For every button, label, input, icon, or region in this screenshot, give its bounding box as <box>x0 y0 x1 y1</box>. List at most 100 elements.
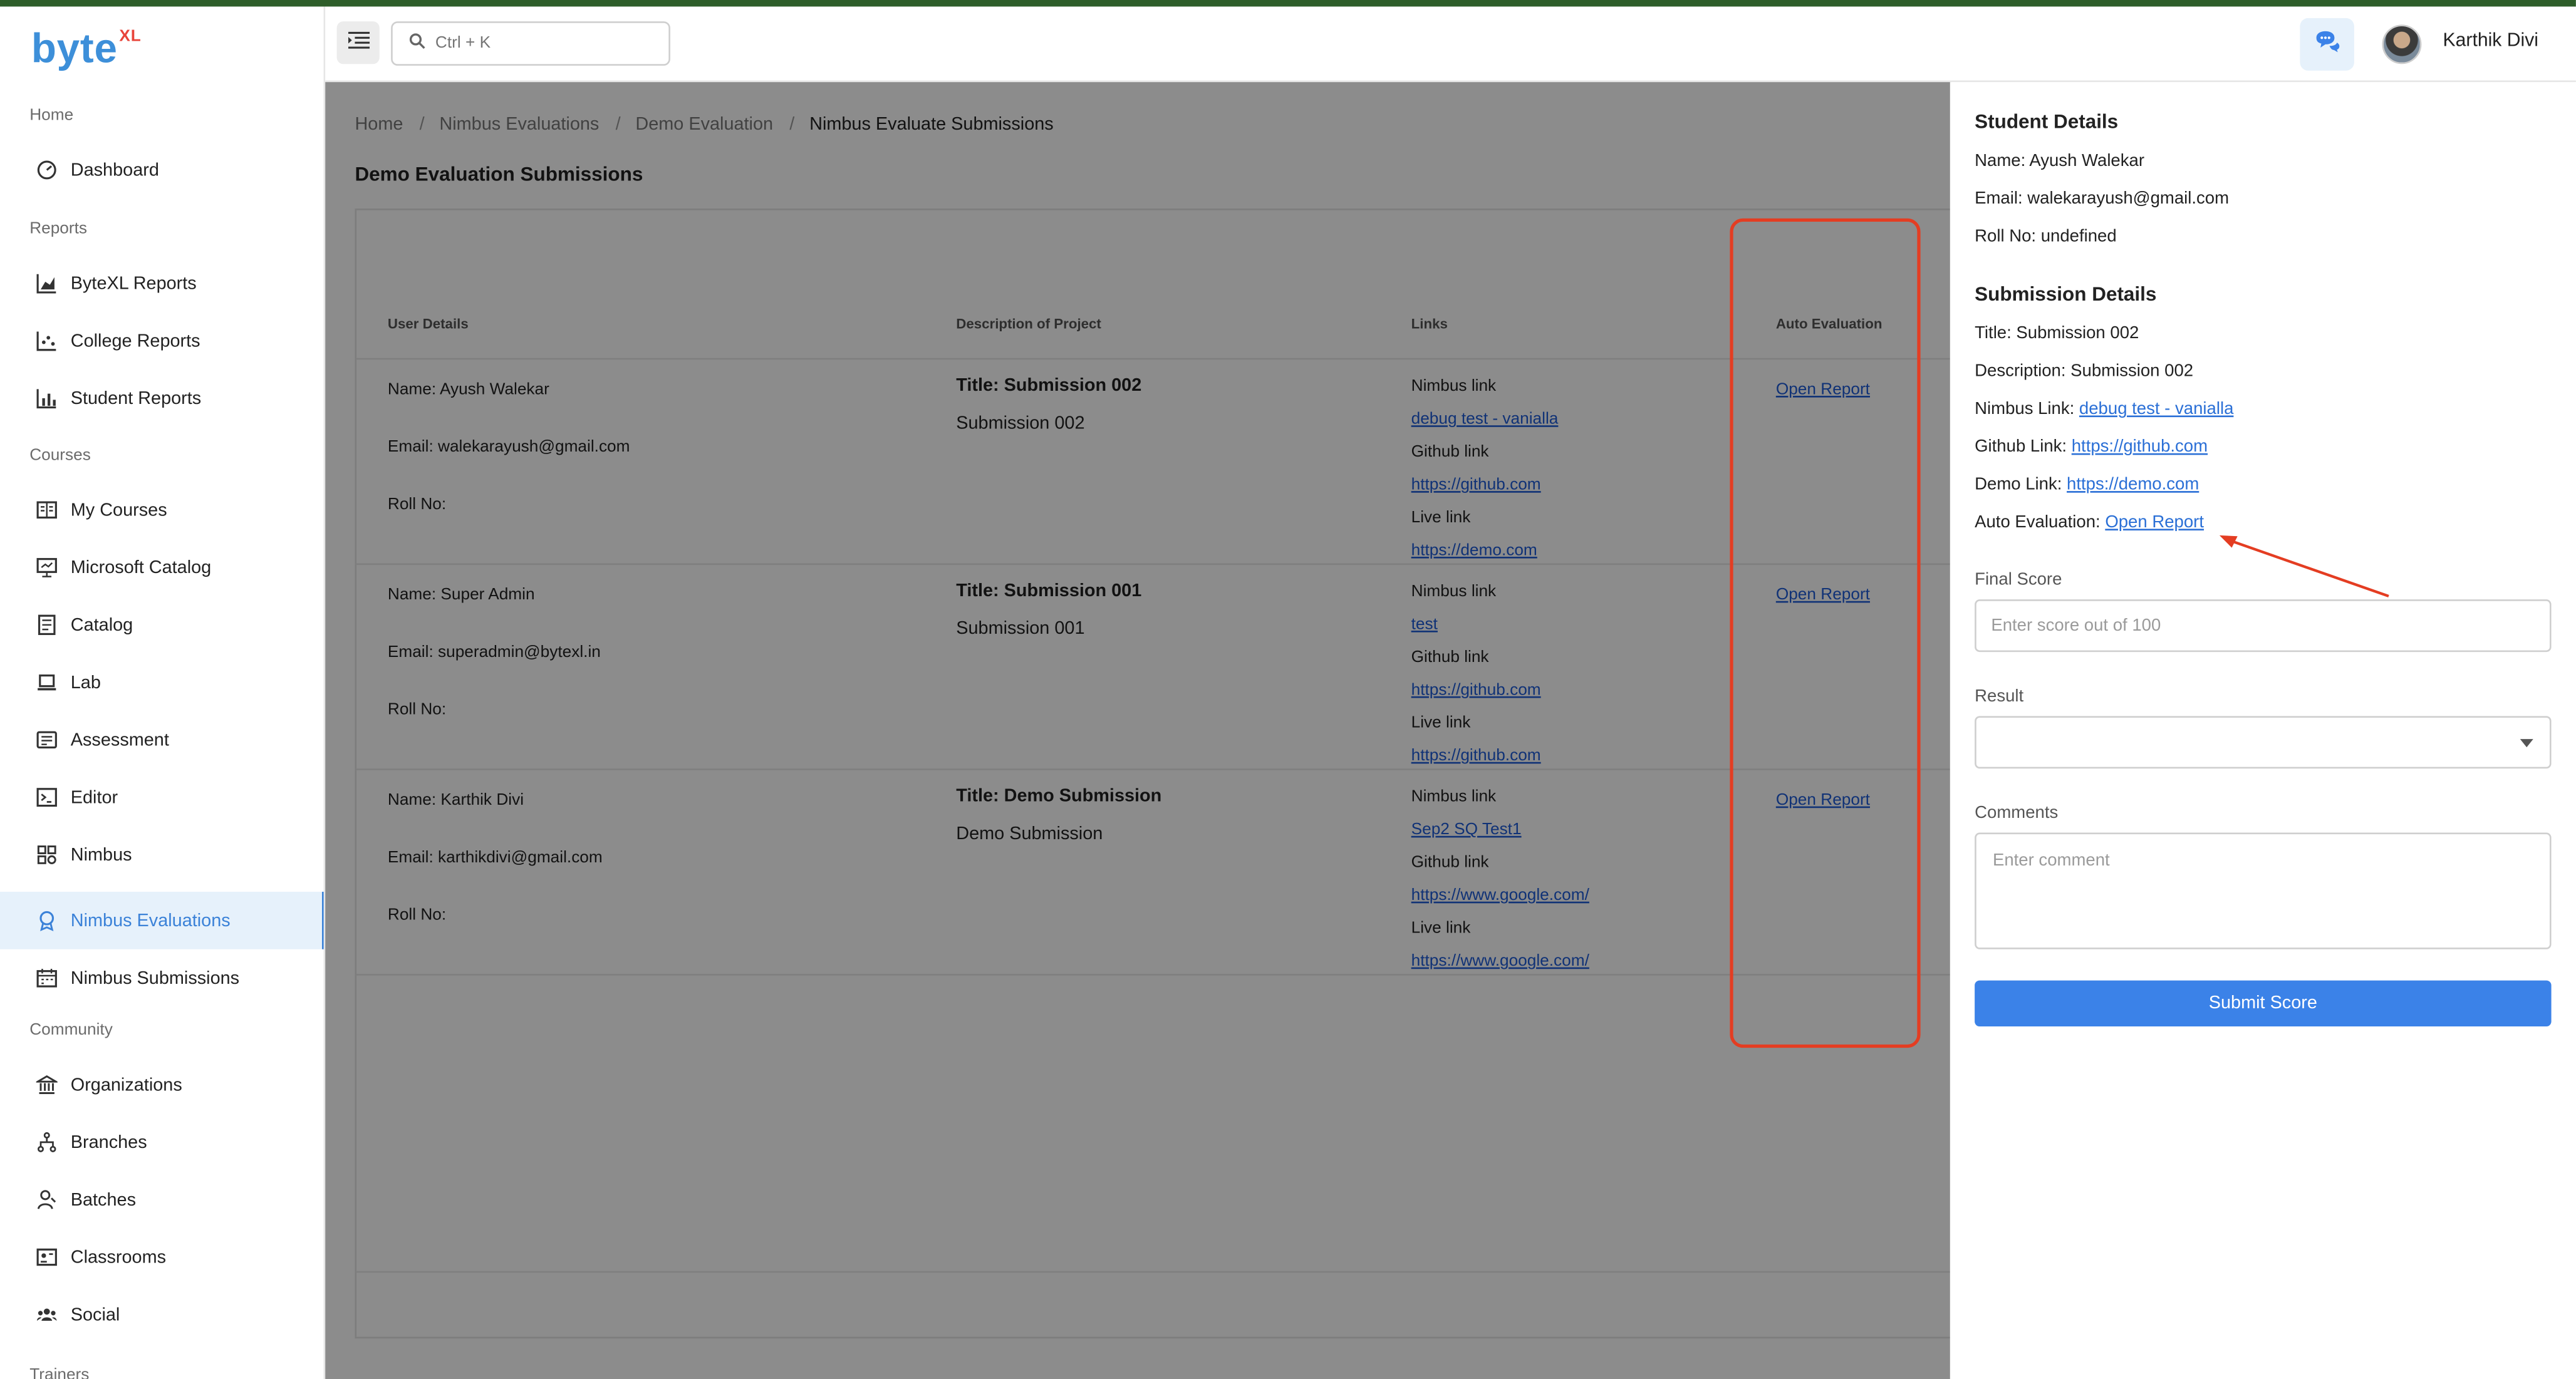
top-bar: Karthik Divi <box>325 6 2576 83</box>
chat-button[interactable] <box>2300 18 2354 71</box>
search-icon <box>409 33 425 54</box>
person-icon <box>34 1188 58 1211</box>
app-root: byte XL Home Dashboard Reports ByteXL Rep… <box>0 0 2576 1379</box>
presentation-icon <box>34 556 58 579</box>
demo-link-row: Demo Link: https://demo.com <box>1975 475 2199 494</box>
sidebar-item-organizations[interactable]: Organizations <box>0 1056 324 1113</box>
annotation-highlight-box <box>1730 218 1921 1048</box>
demo-link-label: Demo Link: <box>1975 474 2067 495</box>
classroom-icon <box>34 1246 58 1269</box>
sidebar-item-label: Nimbus Evaluations <box>70 911 231 931</box>
nimbus-link-label: Nimbus Link: <box>1975 399 2079 419</box>
sidebar-item-label: My Courses <box>70 500 167 520</box>
drawer-backdrop[interactable] <box>325 82 1952 1379</box>
top-stripe <box>0 0 2576 7</box>
student-email: Email: walekarayush@gmail.com <box>1975 189 2230 209</box>
sidebar-item-label: Dashboard <box>70 160 159 180</box>
sidebar-item-batches[interactable]: Batches <box>0 1171 324 1229</box>
sidebar-item-classrooms[interactable]: Classrooms <box>0 1229 324 1286</box>
sidebar-item-assessment[interactable]: Assessment <box>0 711 324 768</box>
sidebar-item-label: Nimbus Submissions <box>70 968 240 988</box>
nimbus-link-row: Nimbus Link: debug test - vanialla <box>1975 399 2233 418</box>
scatter-chart-icon <box>34 329 58 353</box>
final-score-input[interactable] <box>1975 599 2552 653</box>
sidebar-item-label: Organizations <box>70 1075 182 1095</box>
book-icon <box>34 498 58 522</box>
student-roll: Roll No: undefined <box>1975 226 2117 247</box>
section-community: Community <box>29 1021 113 1040</box>
sidebar-item-bytexl-reports[interactable]: ByteXL Reports <box>0 254 324 312</box>
submission-description: Description: Submission 002 <box>1975 361 2194 381</box>
bar-chart-icon <box>34 387 58 410</box>
submission-title: Title: Submission 002 <box>1975 323 2139 344</box>
drawer-github-link[interactable]: https://github.com <box>2072 437 2208 457</box>
sidebar-item-microsoft-catalog[interactable]: Microsoft Catalog <box>0 539 324 596</box>
sidebar-item-editor[interactable]: Editor <box>0 768 324 826</box>
section-home: Home <box>29 106 74 125</box>
group-icon <box>34 1303 58 1326</box>
sidebar-item-nimbus-submissions[interactable]: Nimbus Submissions <box>0 949 324 1007</box>
sidebar-item-student-reports[interactable]: Student Reports <box>0 369 324 427</box>
github-link-row: Github Link: https://github.com <box>1975 437 2208 457</box>
sidebar-item-label: Catalog <box>70 615 133 635</box>
terminal-icon <box>34 786 58 809</box>
sidebar-item-label: Nimbus <box>70 845 132 865</box>
sidebar-item-label: Social <box>70 1304 120 1325</box>
branch-icon <box>34 1131 58 1154</box>
student-details-heading: Student Details <box>1975 110 2119 133</box>
sidebar-item-my-courses[interactable]: My Courses <box>0 481 324 539</box>
search-input[interactable] <box>435 34 649 53</box>
search-box[interactable] <box>391 21 670 66</box>
final-score-label: Final Score <box>1975 569 2062 590</box>
menu-icon <box>347 28 369 58</box>
section-trainers: Trainers <box>29 1366 90 1379</box>
section-courses: Courses <box>29 447 91 465</box>
submit-score-button[interactable]: Submit Score <box>1975 980 2552 1026</box>
student-name: Name: Ayush Walekar <box>1975 151 2145 171</box>
badge-icon <box>34 909 58 932</box>
menu-toggle-button[interactable] <box>336 21 380 65</box>
sidebar-item-label: College Reports <box>70 331 200 351</box>
avatar[interactable] <box>2382 24 2422 65</box>
comments-label: Comments <box>1975 803 2059 823</box>
sidebar-item-label: Editor <box>70 787 118 807</box>
sidebar-item-label: ByteXL Reports <box>70 273 197 294</box>
submission-details-heading: Submission Details <box>1975 282 2157 306</box>
calendar-icon <box>34 966 58 989</box>
laptop-icon <box>34 671 58 694</box>
chevron-down-icon <box>2520 739 2533 748</box>
sidebar-item-label: Student Reports <box>70 388 202 408</box>
sidebar-item-college-reports[interactable]: College Reports <box>0 312 324 369</box>
sidebar-item-label: Classrooms <box>70 1247 167 1268</box>
result-select[interactable] <box>1975 716 2552 769</box>
sidebar-item-label: Batches <box>70 1189 137 1210</box>
catalog-icon <box>34 613 58 636</box>
auto-evaluation-label: Auto Evaluation: <box>1975 512 2106 532</box>
area-chart-icon <box>34 272 58 295</box>
sidebar: byte XL Home Dashboard Reports ByteXL Rep… <box>0 6 326 1379</box>
sidebar-item-lab[interactable]: Lab <box>0 654 324 711</box>
sidebar-item-dashboard[interactable]: Dashboard <box>0 142 324 199</box>
drawer-nimbus-link[interactable]: debug test - vanialla <box>2079 399 2233 418</box>
drawer-open-report-link[interactable]: Open Report <box>2105 512 2204 532</box>
drawer-demo-link[interactable]: https://demo.com <box>2067 475 2199 494</box>
sidebar-item-label: Microsoft Catalog <box>70 557 212 577</box>
sidebar-item-nimbus-evaluations[interactable]: Nimbus Evaluations <box>0 891 324 949</box>
user-name[interactable]: Karthik Divi <box>2443 31 2539 51</box>
comments-textarea[interactable] <box>1975 832 2552 949</box>
apps-icon <box>34 844 58 867</box>
github-link-label: Github Link: <box>1975 436 2072 457</box>
chat-icon <box>2314 29 2340 60</box>
sidebar-item-label: Branches <box>70 1132 147 1152</box>
result-label: Result <box>1975 686 2024 706</box>
auto-evaluation-row: Auto Evaluation: Open Report <box>1975 512 2204 532</box>
sidebar-item-catalog[interactable]: Catalog <box>0 596 324 654</box>
logo[interactable]: byte XL <box>31 26 142 74</box>
assessment-icon <box>34 728 58 751</box>
bank-icon <box>34 1073 58 1097</box>
sidebar-item-label: Lab <box>70 672 101 693</box>
sidebar-item-social[interactable]: Social <box>0 1286 324 1343</box>
sidebar-item-branches[interactable]: Branches <box>0 1113 324 1171</box>
sidebar-item-nimbus[interactable]: Nimbus <box>0 826 324 884</box>
section-reports: Reports <box>29 220 88 239</box>
